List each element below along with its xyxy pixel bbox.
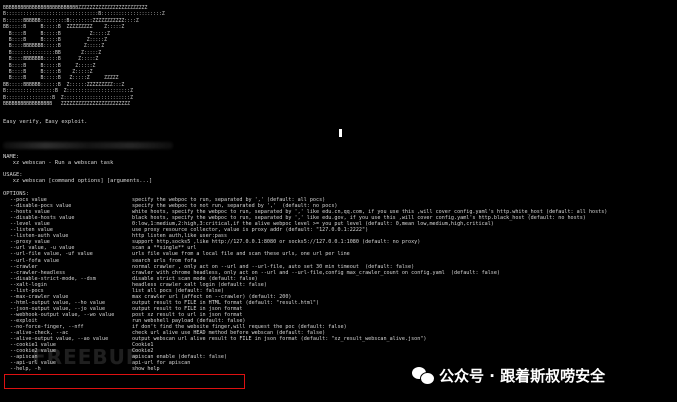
banner-line: B::::B B:::::B Z:::::Z — [3, 63, 96, 69]
option-description: output webscan url alive result to FILE … — [132, 336, 427, 343]
banner-line: B::::B B:::::B Z:::::Z — [3, 31, 110, 37]
usage-text: xz webscan [command options] [arguments.… — [3, 178, 153, 184]
name-text: xz webscan - Run a webscan task — [3, 160, 114, 166]
apiscan-highlight-box — [4, 374, 245, 389]
banner-line: B::::B B:::::B Z:::::Z ZZZZZ — [3, 76, 119, 82]
text-cursor — [339, 129, 342, 137]
banner-line: B::::::BBBBBB:::::::::B::::::::ZZZZZZZZZ… — [3, 18, 139, 24]
banner-line: B::::::::::::::::B Z::::::::::::::::::::… — [3, 95, 133, 101]
banner-line: B::::BBBBBBB:::::B Z:::::Z — [3, 57, 99, 63]
banner-line: BB:::::BBBBBB::::::B Z::::::ZZZZZZZZZ:::… — [3, 82, 125, 88]
banner-line: B::::BBBBBBB:::::B Z:::::Z — [3, 44, 105, 50]
watermark-text: 公众号 · 跟着斯叔唠安全 — [439, 366, 606, 385]
tagline: Easy verify, Easy exploit. — [3, 119, 88, 125]
banner-line: BB:::::B B:::::B ZZZZZZZZZ Z:::::Z — [3, 25, 125, 31]
banner-line: BBBBBBBBBBBBBBBBB ZZZZZZZZZZZZZZZZZZZZZZ… — [3, 102, 131, 107]
redacted-line — [3, 142, 173, 149]
banner-line: B:::::::::::::::::B Z:::::::::::::::::::… — [3, 89, 133, 95]
terminal-window[interactable]: BBBBBBBBBBBBBBBBBBBBBBBBBBZZZZZZZZZZZZZZ… — [0, 0, 677, 402]
freebuf-watermark: FREEBUF — [32, 345, 141, 369]
banner-line: B::::::::::::::::::::::::::::::::B::::::… — [3, 12, 165, 18]
banner-line: B:::::::::::::::BB Z:::::Z — [3, 50, 102, 56]
wechat-icon — [412, 364, 435, 386]
wechat-watermark: 公众号 · 跟着斯叔唠安全 — [412, 362, 675, 388]
